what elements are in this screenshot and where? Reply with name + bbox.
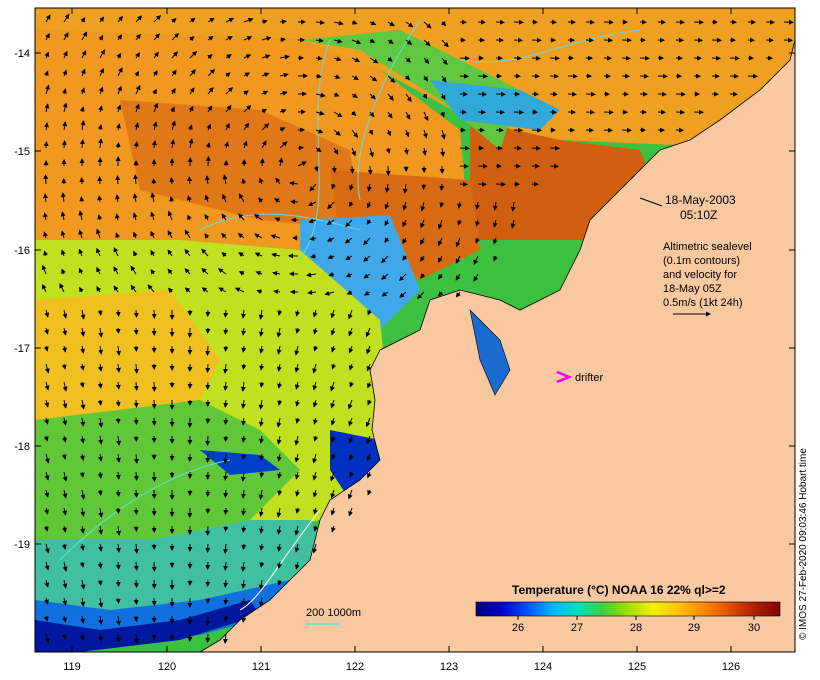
velocity-arrow [133, 399, 139, 408]
time-label: 05:10Z [680, 208, 717, 222]
velocity-arrow [205, 435, 211, 446]
colorbar-tick-label: 28 [630, 622, 642, 634]
credit-text: © IMOS 27-Feb-2020 09:03:46 Hobart time [798, 448, 809, 640]
velocity-arrow [223, 435, 229, 442]
velocity-arrow [205, 633, 211, 643]
velocity-arrow [421, 183, 427, 190]
velocity-arrow [115, 309, 121, 317]
lon-tick-label: 119 [63, 661, 81, 673]
velocity-arrow [439, 183, 445, 191]
legend-line: 18-May 05Z [663, 283, 722, 295]
colorbar [475, 601, 781, 617]
velocity-arrow [241, 363, 247, 370]
velocity-arrow [115, 327, 121, 334]
velocity-arrow [133, 507, 139, 515]
velocity-arrow [223, 615, 229, 622]
velocity-arrow [133, 327, 139, 335]
velocity-arrow [115, 399, 121, 407]
lon-tick-label: 126 [722, 661, 740, 673]
map-frame: -14 -15 -16 -17 -18 -19 119 120 121 122 123 124 125… [14, 7, 796, 673]
velocity-arrow [205, 453, 211, 463]
velocity-arrow [133, 381, 139, 391]
velocity-arrow [133, 561, 139, 571]
legend-line: 0.5m/s (1kt 24h) [663, 297, 742, 309]
velocity-arrow [115, 489, 121, 497]
colorbar-tick-label: 29 [688, 622, 700, 634]
velocity-arrow [223, 417, 229, 425]
velocity-arrow [331, 165, 337, 173]
lon-tick-label: 123 [440, 661, 458, 673]
velocity-arrow [133, 471, 139, 481]
velocity-arrow [367, 165, 373, 175]
lon-tick-label: 120 [158, 661, 176, 673]
lon-tick-label: 124 [534, 661, 552, 673]
legend-line: (0.1m contours) [663, 255, 740, 267]
velocity-arrow [259, 158, 265, 167]
colorbar-tick-label: 26 [512, 622, 524, 634]
velocity-arrow [133, 579, 139, 588]
velocity-arrow [115, 507, 121, 514]
lat-tick-label: -16 [14, 245, 30, 257]
velocity-arrow [205, 525, 211, 536]
velocity-arrow [205, 615, 211, 626]
lat-tick-label: -14 [14, 48, 30, 60]
lat-tick-label: -17 [14, 343, 30, 355]
velocity-arrow [349, 165, 355, 174]
velocity-arrow [169, 177, 175, 185]
velocity-arrow [223, 579, 229, 588]
velocity-arrow [133, 309, 139, 318]
lat-tick-label: -15 [14, 146, 30, 158]
velocity-arrow [97, 176, 103, 185]
velocity-arrow [43, 141, 49, 149]
depth-contour-label: 200 1000m [306, 607, 361, 619]
lon-tick-label: 121 [252, 661, 270, 673]
velocity-arrow [133, 489, 139, 498]
velocity-arrow [115, 597, 121, 604]
velocity-arrow [223, 327, 229, 335]
velocity-arrow [151, 178, 157, 185]
velocity-arrow [43, 174, 49, 185]
legend-line: and velocity for [663, 269, 737, 281]
velocity-arrow [241, 543, 247, 550]
velocity-arrow [133, 417, 139, 425]
velocity-arrow [223, 489, 229, 498]
velocity-arrow [115, 417, 121, 424]
velocity-arrow [79, 196, 85, 203]
velocity-arrow [223, 309, 229, 318]
velocity-arrow [133, 597, 139, 605]
colorbar-tick-label: 30 [748, 622, 760, 634]
legend-line: Altimetric sealevel [663, 241, 752, 253]
velocity-arrow [223, 399, 229, 408]
date-label: 18-May-2003 [665, 193, 736, 207]
lat-tick-label: -18 [14, 441, 30, 453]
velocity-arrow [223, 525, 229, 532]
velocity-arrow [223, 507, 229, 515]
velocity-arrow [205, 543, 211, 553]
colorbar-tick-label: 27 [571, 622, 583, 634]
velocity-arrow [115, 579, 121, 587]
drifter-label: drifter [575, 372, 603, 384]
lat-tick-label: -19 [14, 539, 30, 551]
velocity-arrow [241, 453, 247, 460]
velocity-arrow [297, 145, 304, 151]
velocity-arrow [115, 142, 121, 149]
velocity-arrow [115, 175, 121, 185]
velocity-arrow [223, 597, 229, 605]
lon-tick-label: 125 [628, 661, 646, 673]
velocity-arrow [205, 363, 211, 373]
velocity-arrow [205, 345, 211, 356]
velocity-arrow [223, 345, 229, 352]
lon-tick-label: 122 [346, 661, 364, 673]
colorbar-title: Temperature (°C) NOAA 16 22% ql>=2 [512, 583, 726, 597]
velocity-arrow [61, 140, 67, 149]
